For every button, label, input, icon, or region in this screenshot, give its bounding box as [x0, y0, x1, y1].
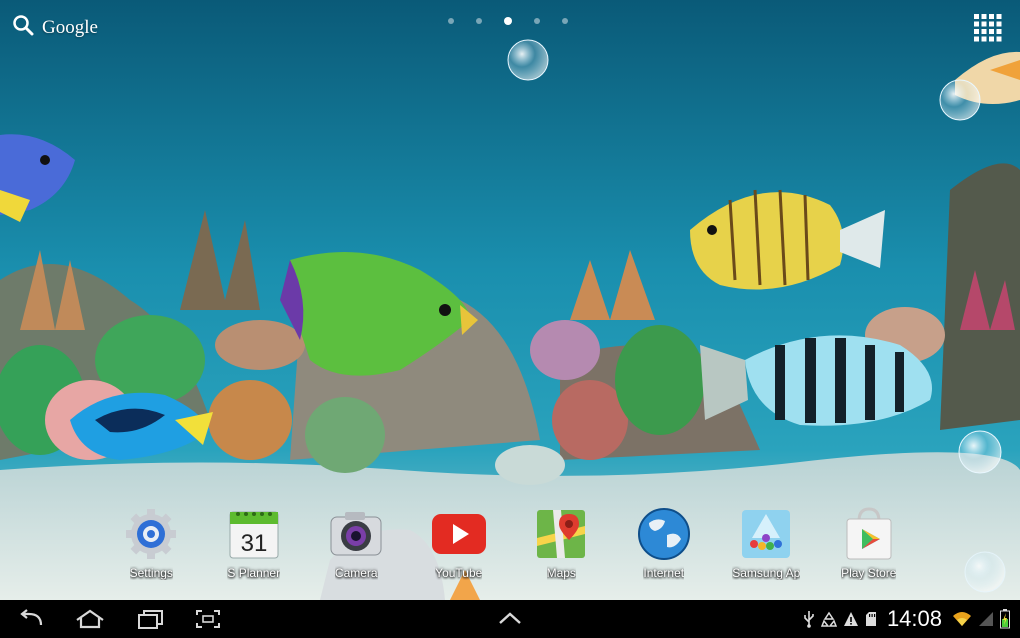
app-label: Play Store	[841, 566, 897, 580]
up-button[interactable]	[494, 607, 526, 631]
search-icon	[12, 14, 34, 41]
page-dot-active	[504, 17, 512, 25]
recent-apps-button[interactable]	[134, 607, 166, 631]
app-s-planner[interactable]: 31 S Planner	[203, 506, 306, 590]
app-samsung-apps[interactable]: Samsung Ap	[715, 506, 818, 590]
screen-capture-icon	[196, 610, 220, 628]
app-label: Samsung Ap	[732, 566, 801, 580]
page-dot	[562, 18, 568, 24]
back-icon	[20, 609, 43, 626]
recycle-icon	[820, 611, 837, 627]
chevron-up-icon	[499, 612, 521, 624]
app-youtube[interactable]: YouTube	[408, 506, 511, 590]
app-label: Camera	[334, 566, 378, 580]
youtube-icon	[431, 506, 487, 562]
app-label: YouTube	[435, 566, 483, 580]
samsung-apps-icon	[738, 506, 794, 562]
app-internet[interactable]: Internet	[613, 506, 716, 590]
maps-icon	[533, 506, 589, 562]
navigation-bar: 14:08	[0, 600, 1020, 638]
sd-card-icon	[865, 612, 876, 626]
warning-icon	[843, 612, 858, 626]
page-dot	[448, 18, 454, 24]
apps-button[interactable]	[972, 12, 1004, 44]
app-settings[interactable]: Settings	[100, 506, 203, 590]
app-play-store[interactable]: Play Store	[818, 506, 921, 590]
apps-grid-icon	[974, 14, 1002, 42]
home-icon	[76, 609, 104, 629]
status-area[interactable]: 14:08	[803, 600, 1010, 638]
calendar-icon: 31	[226, 506, 282, 562]
search-label: Google	[42, 16, 98, 38]
page-dot	[476, 18, 482, 24]
app-maps[interactable]: Maps	[510, 506, 613, 590]
usb-icon	[804, 611, 814, 628]
app-label: S Planner	[227, 566, 281, 580]
clock: 14:08	[886, 606, 942, 631]
screen-capture-button[interactable]	[192, 607, 224, 631]
globe-icon	[636, 506, 692, 562]
home-button[interactable]	[74, 607, 106, 631]
page-indicator	[448, 17, 568, 25]
back-button[interactable]	[16, 607, 46, 631]
battery-icon	[1000, 609, 1010, 629]
google-search-widget[interactable]: Google	[12, 14, 98, 41]
app-dock: Settings 31 S Planner Camera YouTube Map…	[100, 506, 920, 590]
app-label: Settings	[129, 566, 173, 580]
play-store-icon	[841, 506, 897, 562]
page-dot	[534, 18, 540, 24]
signal-icon	[979, 612, 993, 626]
recent-apps-icon	[138, 610, 163, 629]
wifi-icon	[953, 612, 971, 626]
settings-icon	[123, 506, 179, 562]
camera-icon	[328, 506, 384, 562]
calendar-day: 31	[240, 530, 267, 557]
app-camera[interactable]: Camera	[305, 506, 408, 590]
app-label: Maps	[546, 566, 576, 580]
app-label: Internet	[643, 566, 685, 580]
